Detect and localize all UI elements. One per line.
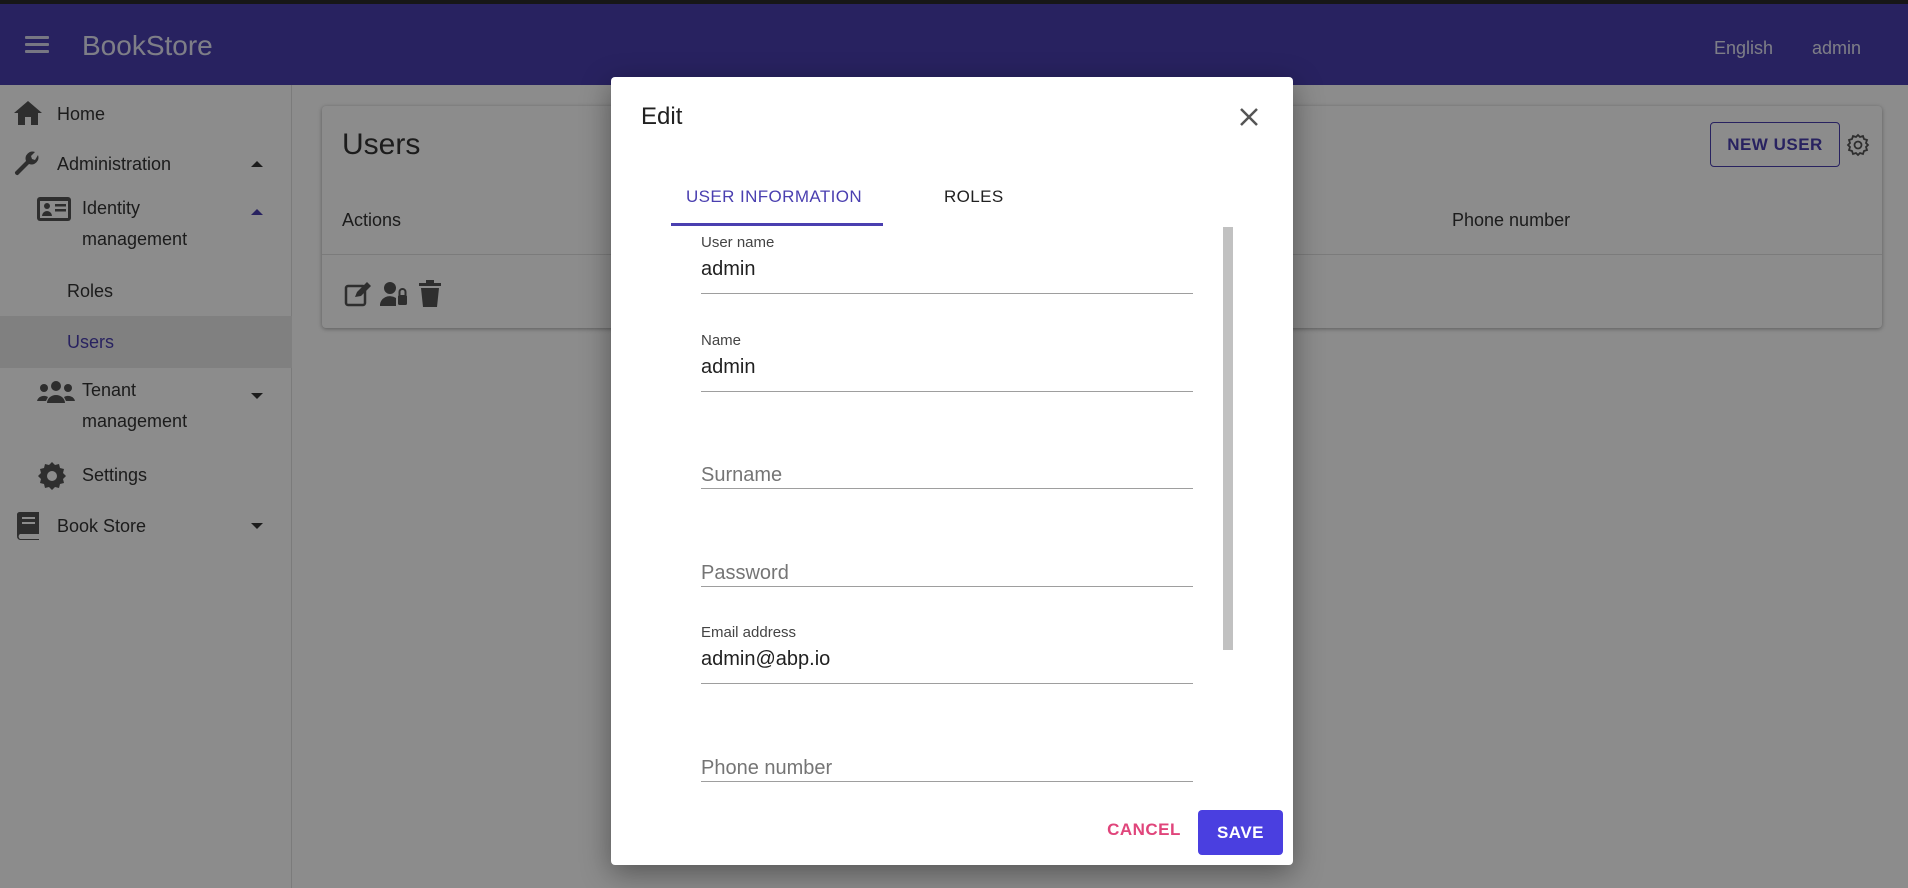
field-label: Email address <box>701 624 797 641</box>
field-value: admin <box>701 356 756 378</box>
field-placeholder: Surname <box>701 464 783 486</box>
edit-user-dialog: Edit USER INFORMATION ROLES User name ad… <box>611 77 1293 865</box>
password-field[interactable]: Password <box>701 527 1193 587</box>
field-value: admin <box>701 258 756 280</box>
username-field[interactable]: User name admin <box>701 234 1193 294</box>
email-field[interactable]: Email address admin@abp.io <box>701 624 1193 684</box>
field-label: Name <box>701 332 742 349</box>
cancel-button[interactable]: CANCEL <box>1099 810 1189 850</box>
active-tab-indicator <box>671 223 883 226</box>
tab-roles[interactable]: ROLES <box>944 187 1004 207</box>
save-button[interactable]: SAVE <box>1198 810 1283 855</box>
close-icon[interactable] <box>1238 106 1260 128</box>
dialog-title: Edit <box>641 103 683 130</box>
field-label: User name <box>701 234 775 251</box>
name-field[interactable]: Name admin <box>701 332 1193 392</box>
field-placeholder: Password <box>701 562 789 584</box>
field-value: admin@abp.io <box>701 648 831 670</box>
field-placeholder: Phone number <box>701 757 833 779</box>
phone-field[interactable]: Phone number <box>701 722 1193 782</box>
scrollbar-thumb[interactable] <box>1223 227 1233 650</box>
surname-field[interactable]: Surname <box>701 429 1193 489</box>
tab-user-information[interactable]: USER INFORMATION <box>686 187 862 207</box>
